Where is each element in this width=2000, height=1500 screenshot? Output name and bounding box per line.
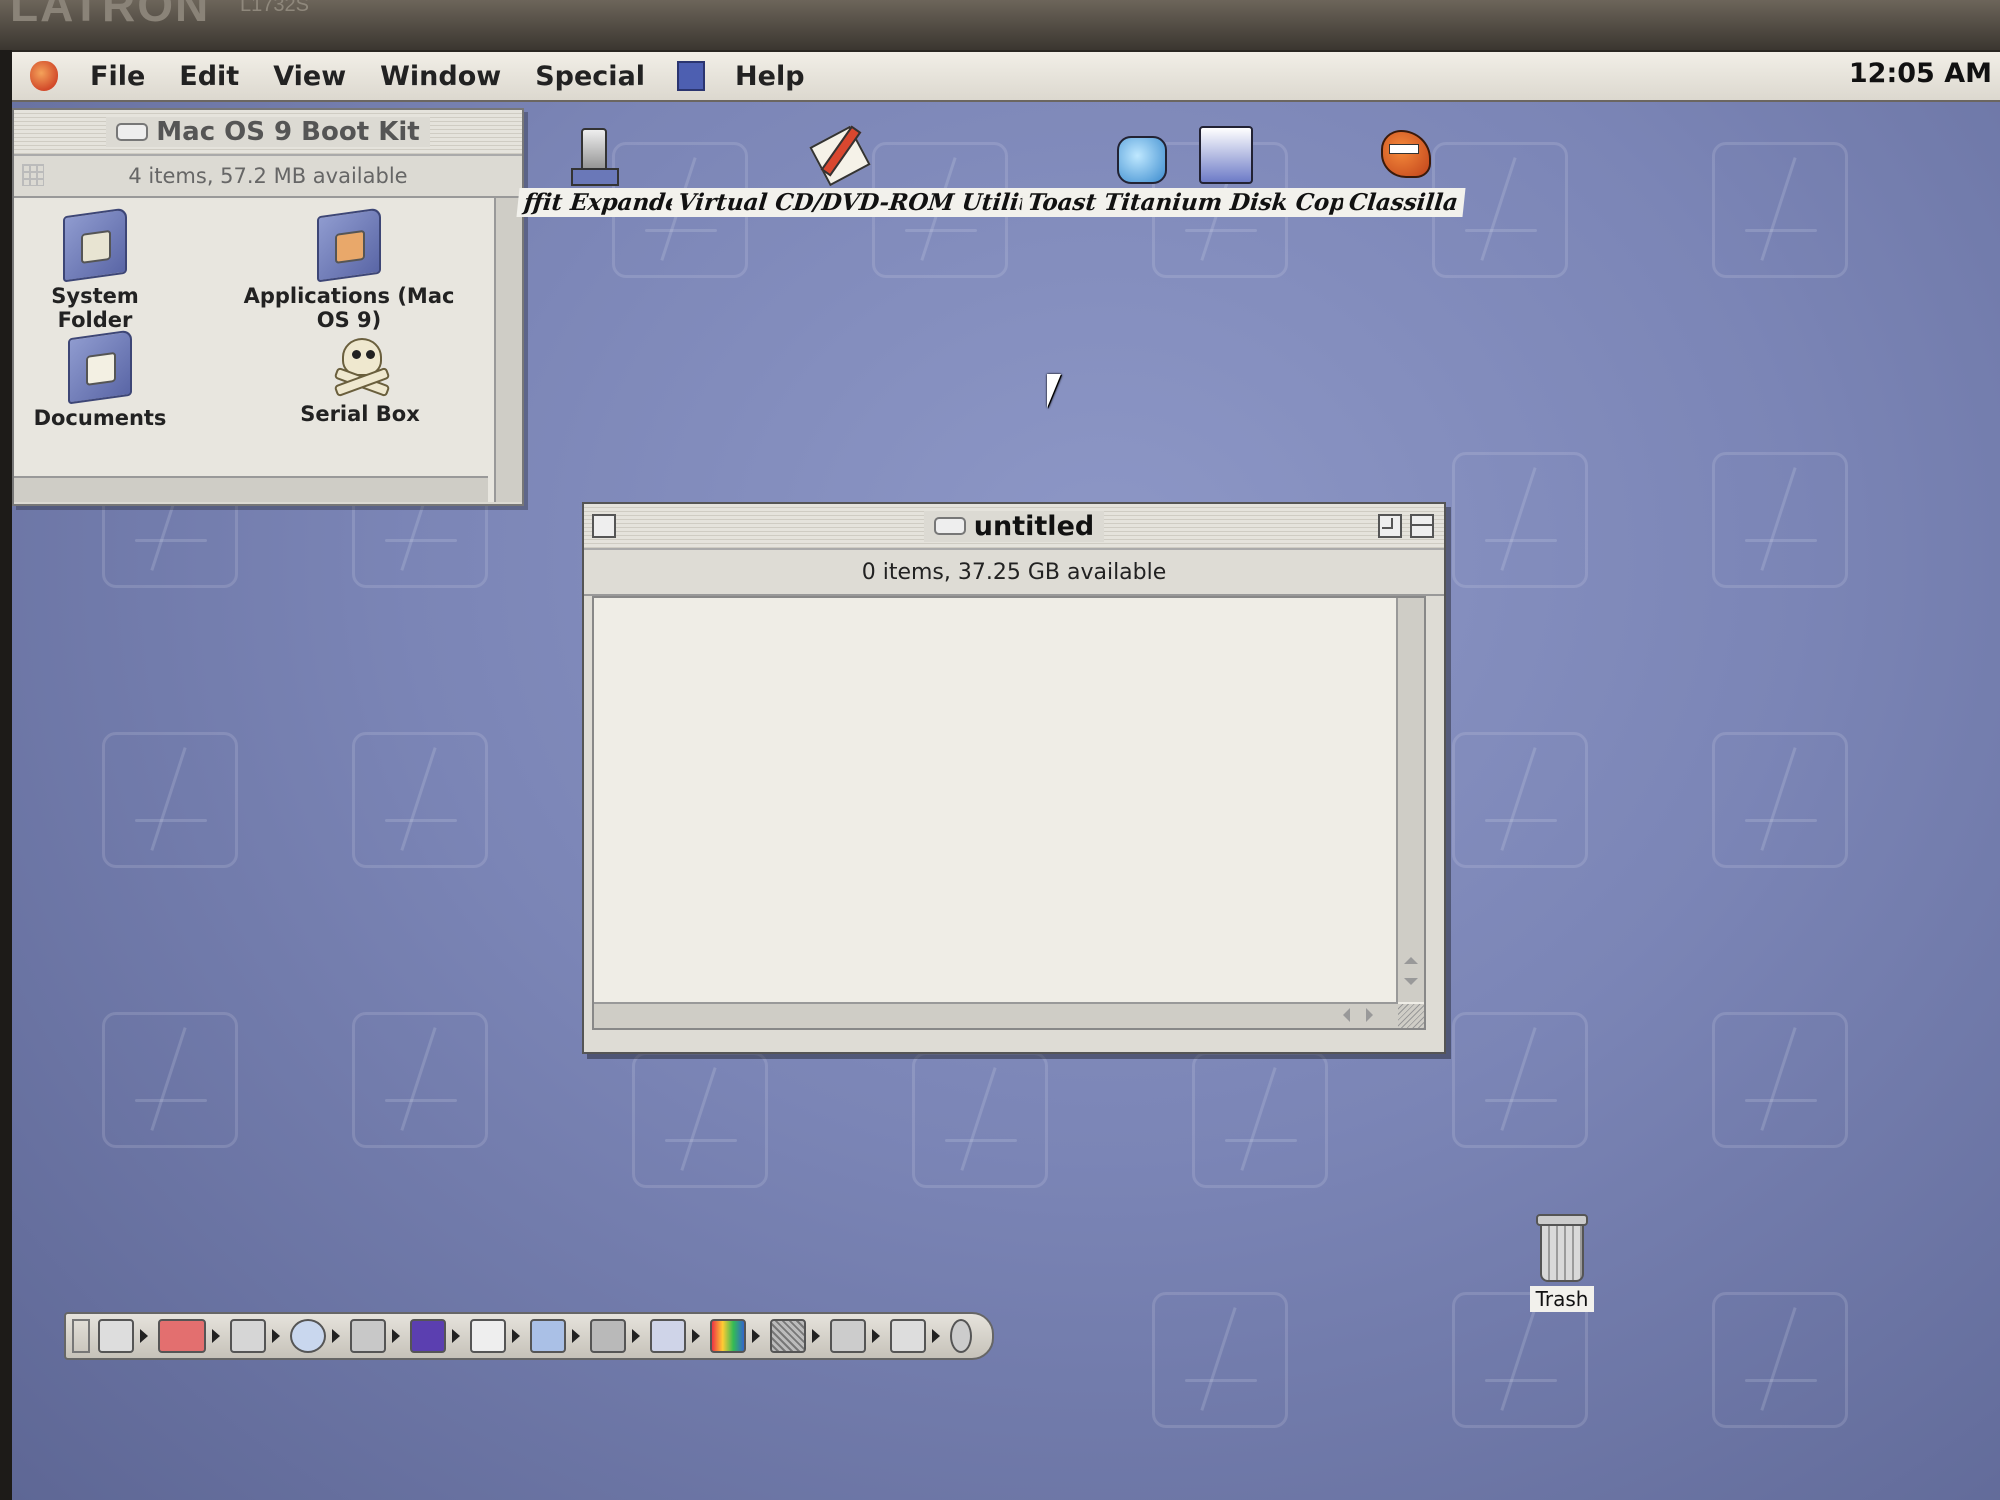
appletalk-icon[interactable] <box>158 1319 206 1353</box>
trash-item[interactable]: Trash <box>1512 1214 1612 1312</box>
menu-view[interactable]: View <box>269 59 350 94</box>
desktop-icon-virtual-cd[interactable]: Virtual CD/DVD-ROM Utility <box>670 122 1051 217</box>
speaker-volume-icon[interactable] <box>830 1319 866 1353</box>
untitled-horizontal-scrollbar[interactable] <box>594 1002 1398 1028</box>
boot-kit-window: Mac OS 9 Boot Kit 4 items, 57.2 MB avail… <box>12 108 524 506</box>
color-depth-icon[interactable] <box>710 1319 746 1353</box>
system-folder-label: System Folder <box>51 284 139 332</box>
system-folder-icon <box>63 207 127 283</box>
monitor-brand: LATRON <box>10 0 211 31</box>
monitor-model: L1732S <box>240 0 309 16</box>
monitor-bezel: LATRON L1732S <box>0 0 2000 50</box>
serial-box-item[interactable]: Serial Box <box>290 334 430 426</box>
menu-window[interactable]: Window <box>376 59 505 94</box>
stuffit-icon <box>561 122 625 188</box>
desktop-icon-stuffit[interactable]: ffit Expander <box>516 122 700 217</box>
boot-kit-content: System Folder Applications (Mac OS 9) Do… <box>14 198 522 502</box>
documents-folder-item[interactable]: Documents <box>30 329 170 430</box>
hard-disk-spindown-icon[interactable] <box>470 1319 506 1353</box>
scroll-right-arrow-icon[interactable] <box>1366 1008 1380 1022</box>
boot-kit-title-bar[interactable]: Mac OS 9 Boot Kit <box>14 110 522 156</box>
menu-file[interactable]: File <box>86 59 149 94</box>
scroll-down-arrow-icon[interactable] <box>1404 978 1418 992</box>
applications-folder-item[interactable]: Applications (Mac OS 9) <box>224 207 474 332</box>
boot-kit-info: 4 items, 57.2 MB available <box>128 164 408 188</box>
boot-kit-info-bar: 4 items, 57.2 MB available <box>14 156 522 198</box>
remote-access-icon[interactable] <box>410 1319 446 1353</box>
virtual-cd-label: Virtual CD/DVD-ROM Utility <box>670 188 1051 217</box>
menu-help[interactable]: Help <box>731 59 809 94</box>
untitled-title-bar[interactable]: untitled <box>584 504 1444 550</box>
monitor-bit-depth-icon[interactable] <box>590 1319 626 1353</box>
close-box-button[interactable] <box>592 514 616 538</box>
untitled-vertical-scrollbar[interactable] <box>1396 598 1424 1002</box>
desktop-icon-classilla[interactable]: Classilla <box>1338 122 1468 217</box>
collapse-box-button[interactable] <box>1410 514 1434 538</box>
documents-folder-label: Documents <box>33 406 167 430</box>
monitor-resolution-icon[interactable] <box>650 1319 686 1353</box>
documents-folder-icon <box>68 329 132 405</box>
menu-clock[interactable]: 12:05 AM <box>1849 58 1992 89</box>
desktop: File Edit View Window Special Help 12:05… <box>12 52 2000 1500</box>
control-strip-tab[interactable] <box>72 1319 90 1353</box>
applications-folder-icon <box>317 207 381 283</box>
mouse-cursor-icon <box>1047 374 1061 408</box>
toast-icon <box>1087 122 1267 188</box>
applications-folder-label: Applications (Mac OS 9) <box>243 284 455 332</box>
sound-icon[interactable] <box>890 1319 926 1353</box>
classilla-dragon-icon <box>1371 122 1435 188</box>
location-manager-icon[interactable] <box>530 1319 566 1353</box>
menu-bar: File Edit View Window Special Help 12:05… <box>12 52 2000 102</box>
boot-kit-title: Mac OS 9 Boot Kit <box>156 117 420 147</box>
menu-special[interactable]: Special <box>531 59 649 94</box>
untitled-info: 0 items, 37.25 GB available <box>861 559 1167 585</box>
control-strip <box>64 1312 994 1360</box>
serial-box-label: Serial Box <box>300 402 420 426</box>
finder-app-icon[interactable] <box>677 61 706 91</box>
control-strip-end-icon[interactable] <box>950 1319 972 1353</box>
toast-label: Toast Titanium Disk Copy <box>1020 188 1367 217</box>
keychain-icon[interactable] <box>350 1319 386 1353</box>
zoom-box-button[interactable] <box>1378 514 1402 538</box>
pencil-document-icon <box>805 122 871 188</box>
apple-menu-icon[interactable] <box>30 61 58 91</box>
boot-kit-vertical-scrollbar[interactable] <box>494 198 522 502</box>
boot-kit-horizontal-scrollbar[interactable] <box>14 476 488 502</box>
system-folder-item[interactable]: System Folder <box>20 207 170 332</box>
cd-player-icon[interactable] <box>290 1319 326 1353</box>
untitled-content <box>592 596 1426 1030</box>
disk-icon <box>116 123 149 141</box>
file-sharing-lock-icon[interactable] <box>98 1319 134 1353</box>
scroll-up-arrow-icon[interactable] <box>1404 950 1418 964</box>
resize-grip-icon[interactable] <box>1398 1004 1424 1028</box>
untitled-info-bar: 0 items, 37.25 GB available <box>584 550 1444 596</box>
desktop-icon-toast[interactable]: Toast Titanium Disk Copy <box>1020 122 1367 217</box>
classilla-label: Classilla <box>1340 188 1466 217</box>
monitor-bezel-left <box>0 50 12 1500</box>
desktop-pattern-icon[interactable] <box>770 1319 806 1353</box>
hard-disk-icon <box>933 517 966 535</box>
printer-icon[interactable] <box>230 1319 266 1353</box>
trash-can-icon <box>1536 1214 1588 1282</box>
scroll-left-arrow-icon[interactable] <box>1336 1008 1350 1022</box>
untitled-title: untitled <box>973 510 1095 542</box>
menu-edit[interactable]: Edit <box>175 59 243 94</box>
skull-icon <box>330 334 391 398</box>
untitled-window: untitled 0 items, 37.25 GB available <box>582 502 1446 1054</box>
view-grid-icon <box>22 164 44 186</box>
trash-label: Trash <box>1529 1286 1595 1312</box>
